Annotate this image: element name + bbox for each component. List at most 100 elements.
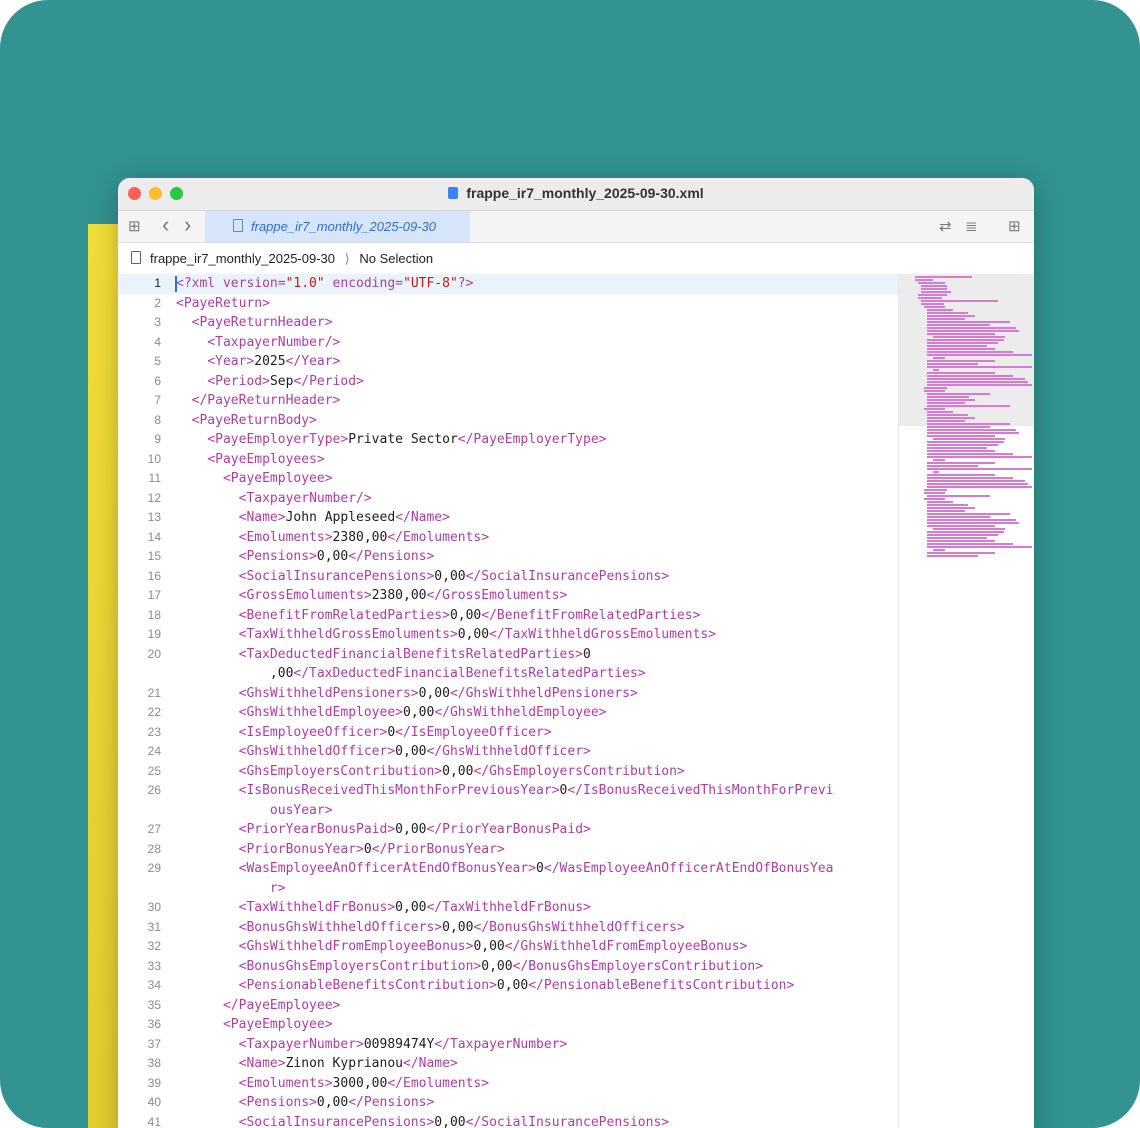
code-line[interactable]: 16 <SocialInsurancePensions>0,00</Social…: [118, 567, 898, 587]
code-line[interactable]: ousYear>: [118, 801, 898, 821]
line-number: 37: [147, 1036, 161, 1051]
xml-tag: </TaxDeductedFinancialBenefitsRelatedPar…: [293, 666, 646, 681]
code-line[interactable]: 15 <Pensions>0,00</Pensions>: [118, 547, 898, 567]
grid-icon[interactable]: ⊞: [128, 217, 141, 235]
code-line[interactable]: 5 <Year>2025</Year>: [118, 352, 898, 372]
code-text: <TaxWithheldGrossEmoluments>0,00</TaxWit…: [176, 625, 716, 645]
code-line[interactable]: 19 <TaxWithheldGrossEmoluments>0,00</Tax…: [118, 625, 898, 645]
back-button[interactable]: ‹: [162, 212, 169, 238]
code-line[interactable]: 26 <IsBonusReceivedThisMonthForPreviousY…: [118, 781, 898, 801]
minimap-line: [927, 552, 995, 554]
code-line[interactable]: 39 <Emoluments>3000,00</Emoluments>: [118, 1074, 898, 1094]
xml-tag: <BonusGhsEmployersContribution>: [238, 958, 482, 974]
code-line[interactable]: 14 <Emoluments>2380,00</Emoluments>: [118, 528, 898, 548]
code-line[interactable]: 27 <PriorYearBonusPaid>0,00</PriorYearBo…: [118, 820, 898, 840]
minimap-line: [924, 498, 945, 500]
minimap-line: [927, 324, 990, 326]
code-line[interactable]: 33 <BonusGhsEmployersContribution>0,00</…: [118, 957, 898, 977]
code-line[interactable]: 17 <GrossEmoluments>2380,00</GrossEmolum…: [118, 586, 898, 606]
code-line[interactable]: 6 <Period>Sep</Period>: [118, 372, 898, 392]
swap-icon[interactable]: ⇄: [939, 217, 952, 235]
xml-tag: <SocialInsurancePensions>: [238, 568, 435, 584]
code-editor[interactable]: 1 <?xml version="1.0" encoding="UTF-8"?> 2…: [118, 274, 898, 1128]
xml-tag: <PayeReturnBody>: [191, 412, 317, 428]
code-text: <GrossEmoluments>2380,00</GrossEmolument…: [176, 586, 568, 606]
minimap-line: [927, 420, 965, 422]
code-line[interactable]: 10 <PayeEmployees>: [118, 450, 898, 470]
line-number: 22: [147, 705, 161, 719]
xml-tag: <PriorYearBonusPaid>: [238, 822, 396, 837]
code-text: <PayeEmployerType>Private Sector</PayeEm…: [176, 430, 606, 450]
code-line[interactable]: 29 <WasEmployeeAnOfficerAtEndOfBonusYear…: [118, 859, 898, 879]
line-number: 28: [147, 841, 161, 856]
xml-value: Private Sector: [348, 432, 458, 447]
xml-string: "UTF-8": [403, 276, 458, 291]
minimap-line: [927, 477, 1013, 479]
code-line[interactable]: 18 <BenefitFromRelatedParties>0,00</Bene…: [118, 606, 898, 626]
xml-tag: <TaxWithheldFrBonus>: [238, 900, 396, 915]
code-line[interactable]: 2 <PayeReturn>: [118, 294, 898, 314]
minimap-line: [927, 507, 975, 509]
code-line[interactable]: 3 <PayeReturnHeader>: [118, 313, 898, 333]
minimap-line: [933, 336, 1005, 338]
breadcrumb-file[interactable]: frappe_ir7_monthly_2025-09-30: [150, 251, 335, 266]
forward-button[interactable]: ›: [184, 212, 191, 238]
line-number: 26: [147, 783, 161, 797]
code-line[interactable]: 28 <PriorBonusYear>0</PriorBonusYear>: [118, 840, 898, 860]
code-line[interactable]: 30 <TaxWithheldFrBonus>0,00</TaxWithheld…: [118, 898, 898, 918]
minimap[interactable]: [898, 274, 1034, 1128]
tab-xml-file[interactable]: frappe_ir7_monthly_2025-09-30: [205, 211, 470, 242]
editor-options-icon[interactable]: ≣: [965, 217, 978, 235]
code-line[interactable]: 22 <GhsWithheldEmployee>0,00</GhsWithhel…: [118, 703, 898, 723]
code-line[interactable]: 41 <SocialInsurancePensions>0,00</Social…: [118, 1113, 898, 1128]
code-line[interactable]: 34 <PensionableBenefitsContribution>0,00…: [118, 976, 898, 996]
code-line[interactable]: 20 <TaxDeductedFinancialBenefitsRelatedP…: [118, 645, 898, 665]
code-line[interactable]: 23 <IsEmployeeOfficer>0</IsEmployeeOffic…: [118, 723, 898, 743]
code-line[interactable]: 4 <TaxpayerNumber/>: [118, 333, 898, 353]
code-line[interactable]: 9 <PayeEmployerType>Private Sector</Paye…: [118, 430, 898, 450]
code-line[interactable]: 31 <BonusGhsWithheldOfficers>0,00</Bonus…: [118, 918, 898, 938]
xml-tag: </Emoluments>: [387, 529, 490, 545]
breadcrumb-selection[interactable]: No Selection: [359, 251, 433, 266]
code-line[interactable]: 11 <PayeEmployee>: [118, 469, 898, 489]
minimap-line: [927, 405, 1010, 407]
code-line[interactable]: 38 <Name>Zinon Kyprianou</Name>: [118, 1054, 898, 1074]
minimap-line: [927, 414, 968, 416]
xml-tag: </IsBonusReceivedThisMonthForPrevi: [567, 783, 834, 798]
code-line[interactable]: 13 <Name>John Appleseed</Name>: [118, 508, 898, 528]
code-line[interactable]: 32 <GhsWithheldFromEmployeeBonus>0,00</G…: [118, 937, 898, 957]
minimap-line: [927, 366, 1032, 368]
xml-tag: </BenefitFromRelatedParties>: [481, 607, 701, 623]
code-line[interactable]: 1 <?xml version="1.0" encoding="UTF-8"?>: [118, 274, 898, 294]
line-number: 31: [147, 919, 161, 934]
code-line[interactable]: 37 <TaxpayerNumber>00989474Y</TaxpayerNu…: [118, 1035, 898, 1055]
xml-tag: </WasEmployeeAnOfficerAtEndOfBonusYea: [543, 861, 834, 876]
minimap-line: [927, 426, 990, 428]
line-number: 10: [147, 451, 161, 466]
xml-value: 0,00: [481, 958, 513, 974]
xml-value: 0,00: [457, 627, 490, 642]
line-number: 29: [147, 861, 161, 875]
code-line[interactable]: ,00</TaxDeductedFinancialBenefitsRelated…: [118, 664, 898, 684]
line-number: 20: [147, 646, 161, 661]
code-line[interactable]: 8 <PayeReturnBody>: [118, 411, 898, 431]
code-line[interactable]: 25 <GhsEmployersContribution>0,00</GhsEm…: [118, 762, 898, 782]
xml-value: 2380,00: [332, 529, 388, 545]
minimap-line: [933, 357, 945, 359]
code-line[interactable]: 36 <PayeEmployee>: [118, 1015, 898, 1035]
minimap-line: [927, 411, 953, 413]
tab-bar: ⊞ ‹ › frappe_ir7_monthly_2025-09-30 ⇄ ≣ …: [118, 211, 1034, 243]
add-editor-icon[interactable]: ⊞: [1008, 217, 1021, 235]
code-line[interactable]: 21 <GhsWithheldPensioners>0,00</GhsWithh…: [118, 684, 898, 704]
code-line[interactable]: r>: [118, 879, 898, 899]
code-line[interactable]: 24 <GhsWithheldOfficer>0,00</GhsWithheld…: [118, 742, 898, 762]
code-line[interactable]: 35 </PayeEmployee>: [118, 996, 898, 1016]
code-line[interactable]: 40 <Pensions>0,00</Pensions>: [118, 1093, 898, 1113]
code-text: </PayeEmployee>: [176, 996, 340, 1016]
xml-tag: <GhsEmployersContribution>: [238, 763, 443, 779]
code-line[interactable]: 12 <TaxpayerNumber/>: [118, 489, 898, 509]
minimap-line: [927, 546, 1032, 548]
code-text: <IsEmployeeOfficer>0</IsEmployeeOfficer>: [176, 723, 552, 743]
code-line[interactable]: 7 </PayeReturnHeader>: [118, 391, 898, 411]
xml-value: 2025: [254, 354, 286, 369]
